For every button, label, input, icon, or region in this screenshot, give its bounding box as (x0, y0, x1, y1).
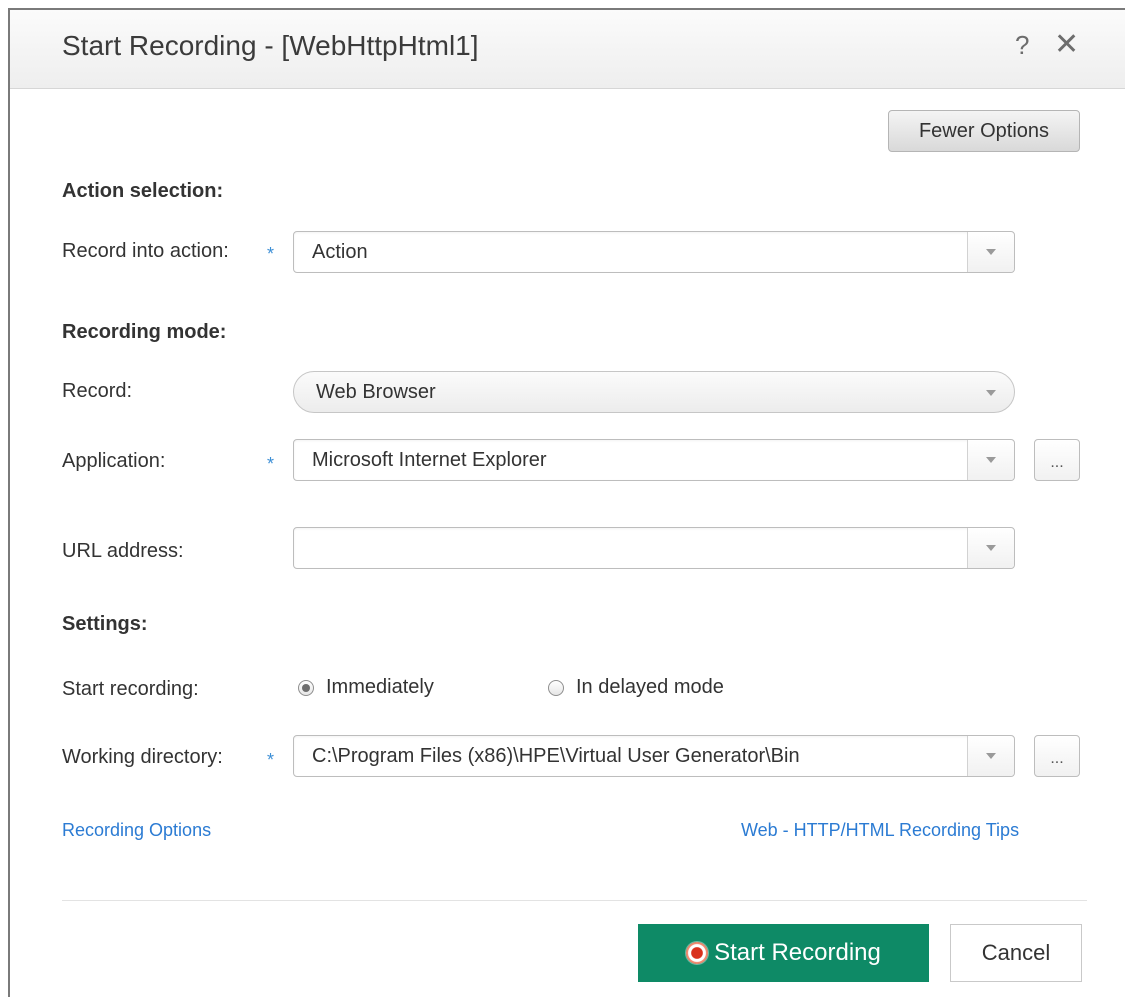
chevron-down-icon (986, 390, 996, 396)
radio-delayed-mode-label: In delayed mode (576, 676, 724, 698)
url-address-combobox[interactable] (293, 527, 1015, 569)
recording-mode-heading: Recording mode: (62, 321, 227, 343)
start-recording-button-label: Start Recording (714, 939, 881, 966)
application-dropdown-button[interactable] (967, 440, 1014, 480)
start-recording-label: Start recording: (62, 678, 199, 700)
recording-tips-link[interactable]: Web - HTTP/HTML Recording Tips (741, 820, 1019, 841)
dialog-title: Start Recording - [WebHttpHtml1] (62, 30, 479, 61)
record-into-action-value: Action (312, 241, 368, 263)
footer-divider (62, 900, 1087, 901)
chevron-down-icon (986, 545, 996, 551)
dialog-titlebar: Start Recording - [WebHttpHtml1] ? ✕ (10, 10, 1125, 89)
fewer-options-button[interactable]: Fewer Options (888, 110, 1080, 152)
chevron-down-icon (986, 753, 996, 759)
application-combobox[interactable]: Microsoft Internet Explorer (293, 439, 1015, 481)
start-recording-dialog: Start Recording - [WebHttpHtml1] ? ✕ Few… (8, 8, 1125, 997)
required-marker: * (267, 750, 275, 770)
working-directory-dropdown-button[interactable] (967, 736, 1014, 776)
url-address-label: URL address: (62, 540, 184, 562)
required-marker: * (267, 454, 275, 474)
record-into-action-dropdown-button[interactable] (967, 232, 1014, 272)
help-icon[interactable]: ? (1015, 30, 1029, 60)
application-value: Microsoft Internet Explorer (312, 449, 547, 471)
action-selection-heading: Action selection: (62, 180, 224, 202)
working-directory-browse-button[interactable]: ... (1034, 735, 1080, 777)
radio-button-unchecked[interactable] (548, 679, 564, 696)
record-label: Record: (62, 380, 133, 402)
working-directory-label: Working directory: (62, 746, 223, 768)
start-recording-button[interactable]: Start Recording (638, 924, 929, 982)
close-icon[interactable]: ✕ (1054, 30, 1079, 60)
settings-heading: Settings: (62, 613, 148, 635)
record-icon (686, 942, 709, 964)
working-directory-value: C:\Program Files (x86)\HPE\Virtual User … (312, 745, 800, 767)
working-directory-combobox[interactable]: C:\Program Files (x86)\HPE\Virtual User … (293, 735, 1015, 777)
recording-options-link[interactable]: Recording Options (62, 820, 211, 841)
url-address-dropdown-button[interactable] (967, 528, 1014, 568)
record-into-action-combobox[interactable]: Action (293, 231, 1015, 273)
radio-immediately[interactable]: Immediately (298, 676, 434, 699)
radio-immediately-label: Immediately (326, 676, 434, 698)
radio-delayed-mode[interactable]: In delayed mode (548, 676, 724, 699)
cancel-button[interactable]: Cancel (950, 924, 1082, 982)
record-mode-value: Web Browser (316, 381, 436, 403)
chevron-down-icon (986, 457, 996, 463)
chevron-down-icon (986, 249, 996, 255)
record-mode-select[interactable]: Web Browser (293, 371, 1015, 413)
radio-button-checked[interactable] (298, 679, 314, 696)
application-label: Application: (62, 450, 166, 472)
application-browse-button[interactable]: ... (1034, 439, 1080, 481)
required-marker: * (267, 244, 275, 264)
record-into-action-label: Record into action: (62, 240, 229, 262)
